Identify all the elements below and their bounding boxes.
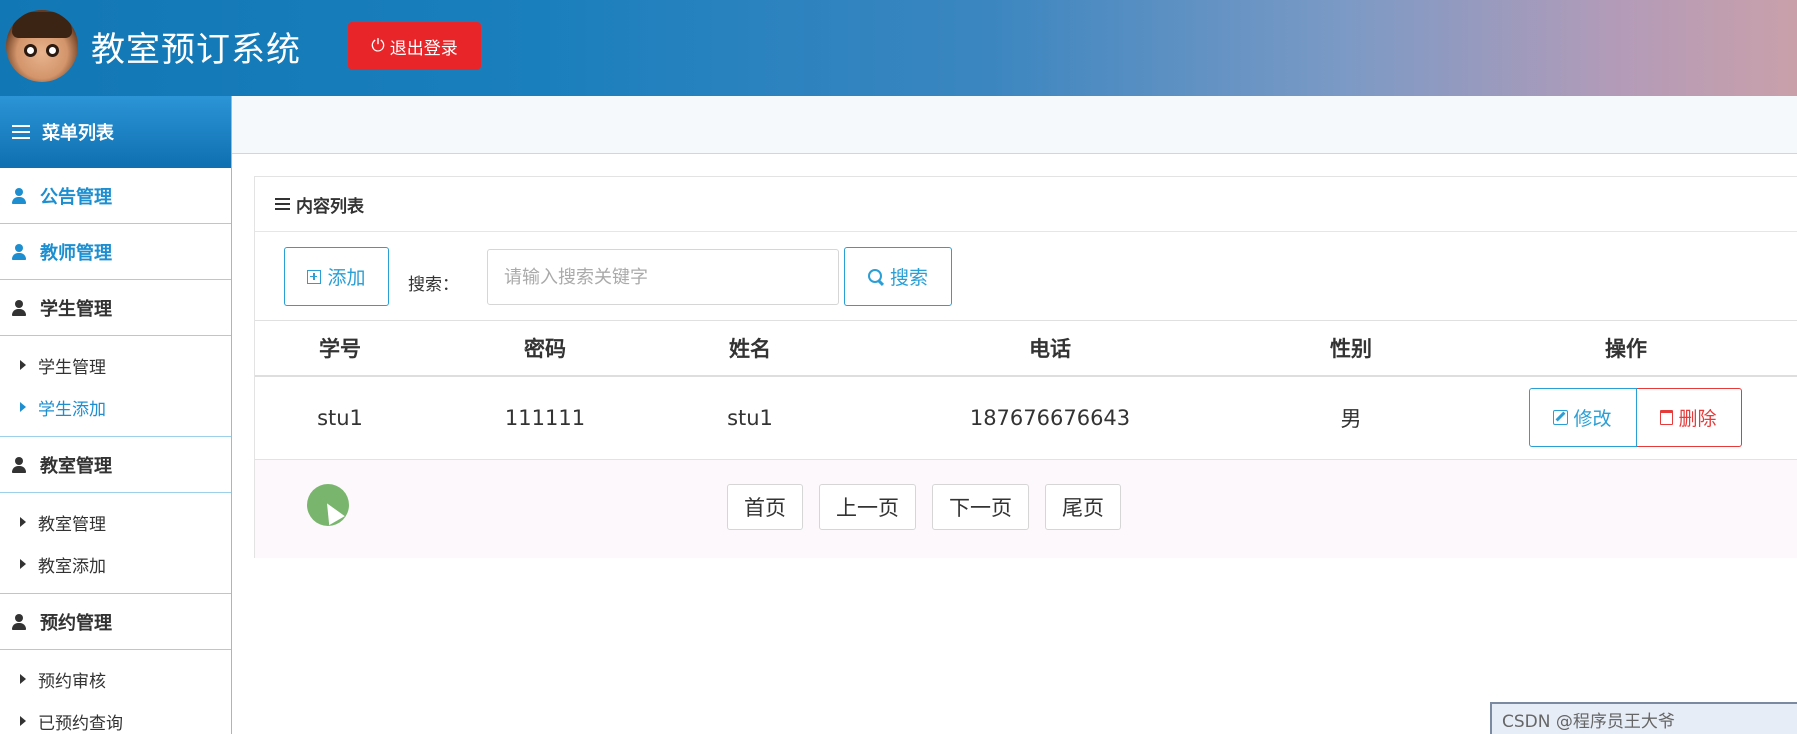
menu-title: 菜单列表 — [42, 123, 114, 144]
app-title: 教室预订系统 — [91, 30, 301, 70]
panel-header: 内容列表 — [255, 177, 1797, 232]
prev-page-button[interactable]: 上一页 — [819, 483, 916, 530]
logout-button[interactable]: ⏻ 退出登录 — [348, 22, 481, 70]
search-input[interactable] — [487, 249, 839, 305]
search-button[interactable]: 搜索 — [844, 247, 952, 306]
edit-label: 修改 — [1573, 408, 1612, 431]
sidebar-subitem-student-add[interactable]: 学生添加 — [0, 386, 231, 428]
table-row: stu1 111111 stu1 187676676643 男 修改 删除 — [255, 376, 1797, 460]
column-header: 密码 — [425, 321, 665, 377]
search-label: 搜索： — [408, 275, 459, 295]
list-icon — [12, 125, 30, 139]
table-header-row: 学号 密码 姓名 电话 性别 操作 — [255, 321, 1797, 377]
first-page-button[interactable]: 首页 — [727, 483, 803, 530]
column-header: 操作 — [1437, 321, 1797, 377]
cell-password: 111111 — [425, 376, 665, 460]
search-button-label: 搜索 — [889, 267, 928, 289]
sidebar-subitem-classroom-manage[interactable]: 教室管理 — [0, 501, 231, 543]
menu-header: 菜单列表 — [0, 96, 231, 168]
sidebar-item-label: 学生管理 — [40, 298, 112, 320]
sidebar-subitem-label: 学生管理 — [38, 357, 106, 378]
row-actions: 修改 删除 — [1528, 388, 1742, 448]
sidebar-subitem-reservation-review[interactable]: 预约审核 — [0, 658, 231, 700]
search-icon — [867, 268, 884, 285]
sidebar-item-label: 教师管理 — [40, 242, 112, 264]
sidebar-subitem-label: 预约审核 — [38, 671, 106, 692]
user-icon — [12, 456, 26, 473]
pagination-row: 首页 上一页 下一页 尾页 — [255, 459, 1797, 558]
user-icon — [12, 299, 26, 316]
edit-icon — [1553, 410, 1569, 426]
sidebar-item-reservations[interactable]: 预约管理 — [0, 594, 231, 650]
sidebar-submenu-students: 学生管理 学生添加 — [0, 336, 231, 437]
sidebar-submenu-reservations: 预约审核 已预约查询 — [0, 650, 231, 734]
sidebar-subitem-label: 教室添加 — [38, 556, 106, 577]
delete-label: 删除 — [1678, 408, 1717, 431]
trash-icon — [1660, 410, 1674, 426]
panel-title: 内容列表 — [296, 196, 364, 217]
sidebar-item-students[interactable]: 学生管理 — [0, 280, 231, 336]
user-icon — [12, 187, 26, 204]
plus-square-icon — [307, 269, 322, 284]
avatar — [6, 10, 78, 82]
cell-sex: 男 — [1265, 376, 1437, 460]
toolbar: 添加 搜索： 搜索 — [255, 232, 1797, 321]
user-icon — [12, 243, 26, 260]
caret-right-icon — [20, 360, 26, 370]
column-header: 姓名 — [665, 321, 835, 377]
caret-right-icon — [20, 716, 26, 726]
cell-name: stu1 — [665, 376, 835, 460]
main-content: 内容列表 添加 搜索： 搜索 学号 密码 姓名 电话 性别 — [232, 96, 1797, 734]
sidebar-submenu-classrooms: 教室管理 教室添加 — [0, 493, 231, 594]
column-header: 电话 — [835, 321, 1265, 377]
add-button-label: 添加 — [327, 267, 366, 289]
sidebar-subitem-student-manage[interactable]: 学生管理 — [0, 344, 231, 386]
last-page-button[interactable]: 尾页 — [1045, 483, 1121, 530]
sidebar-item-label: 教室管理 — [40, 455, 112, 477]
add-button[interactable]: 添加 — [284, 247, 389, 306]
cell-id: stu1 — [255, 376, 425, 460]
column-header: 学号 — [255, 321, 425, 377]
caret-right-icon — [20, 559, 26, 569]
next-page-button[interactable]: 下一页 — [932, 483, 1029, 530]
sidebar-subitem-label: 已预约查询 — [38, 713, 123, 734]
sidebar: 菜单列表 公告管理 教师管理 学生管理 学生管理 学生添加 教室管理 教室管理 — [0, 96, 232, 734]
edit-button[interactable]: 修改 — [1528, 388, 1637, 448]
menu-icon — [275, 198, 290, 210]
caret-right-icon — [20, 402, 26, 412]
sidebar-item-label: 公告管理 — [40, 186, 112, 208]
cell-phone: 187676676643 — [835, 376, 1265, 460]
sidebar-item-label: 预约管理 — [40, 612, 112, 634]
watermark: CSDN @程序员王大爷 — [1490, 702, 1797, 734]
sidebar-item-teachers[interactable]: 教师管理 — [0, 224, 231, 280]
main-top-bar — [232, 96, 1797, 154]
cell-actions: 修改 删除 — [1437, 376, 1797, 460]
sidebar-subitem-reservation-query[interactable]: 已预约查询 — [0, 700, 231, 734]
sidebar-item-classrooms[interactable]: 教室管理 — [0, 437, 231, 493]
sidebar-subitem-label: 教室管理 — [38, 514, 106, 535]
sidebar-subitem-classroom-add[interactable]: 教室添加 — [0, 543, 231, 585]
student-table: 学号 密码 姓名 电话 性别 操作 stu1 111111 stu1 18767… — [255, 321, 1797, 460]
sidebar-subitem-label: 学生添加 — [38, 399, 106, 420]
pagination: 首页 上一页 下一页 尾页 — [255, 483, 1797, 530]
logout-label: 退出登录 — [389, 38, 458, 59]
delete-button[interactable]: 删除 — [1636, 388, 1742, 448]
caret-right-icon — [20, 517, 26, 527]
column-header: 性别 — [1265, 321, 1437, 377]
power-icon: ⏻ — [371, 36, 385, 56]
user-icon — [12, 613, 26, 630]
sidebar-item-announcements[interactable]: 公告管理 — [0, 168, 231, 224]
app-header: 教室预订系统 ⏻ 退出登录 — [0, 0, 1797, 96]
caret-right-icon — [20, 674, 26, 684]
content-panel: 内容列表 添加 搜索： 搜索 学号 密码 姓名 电话 性别 — [254, 176, 1797, 558]
